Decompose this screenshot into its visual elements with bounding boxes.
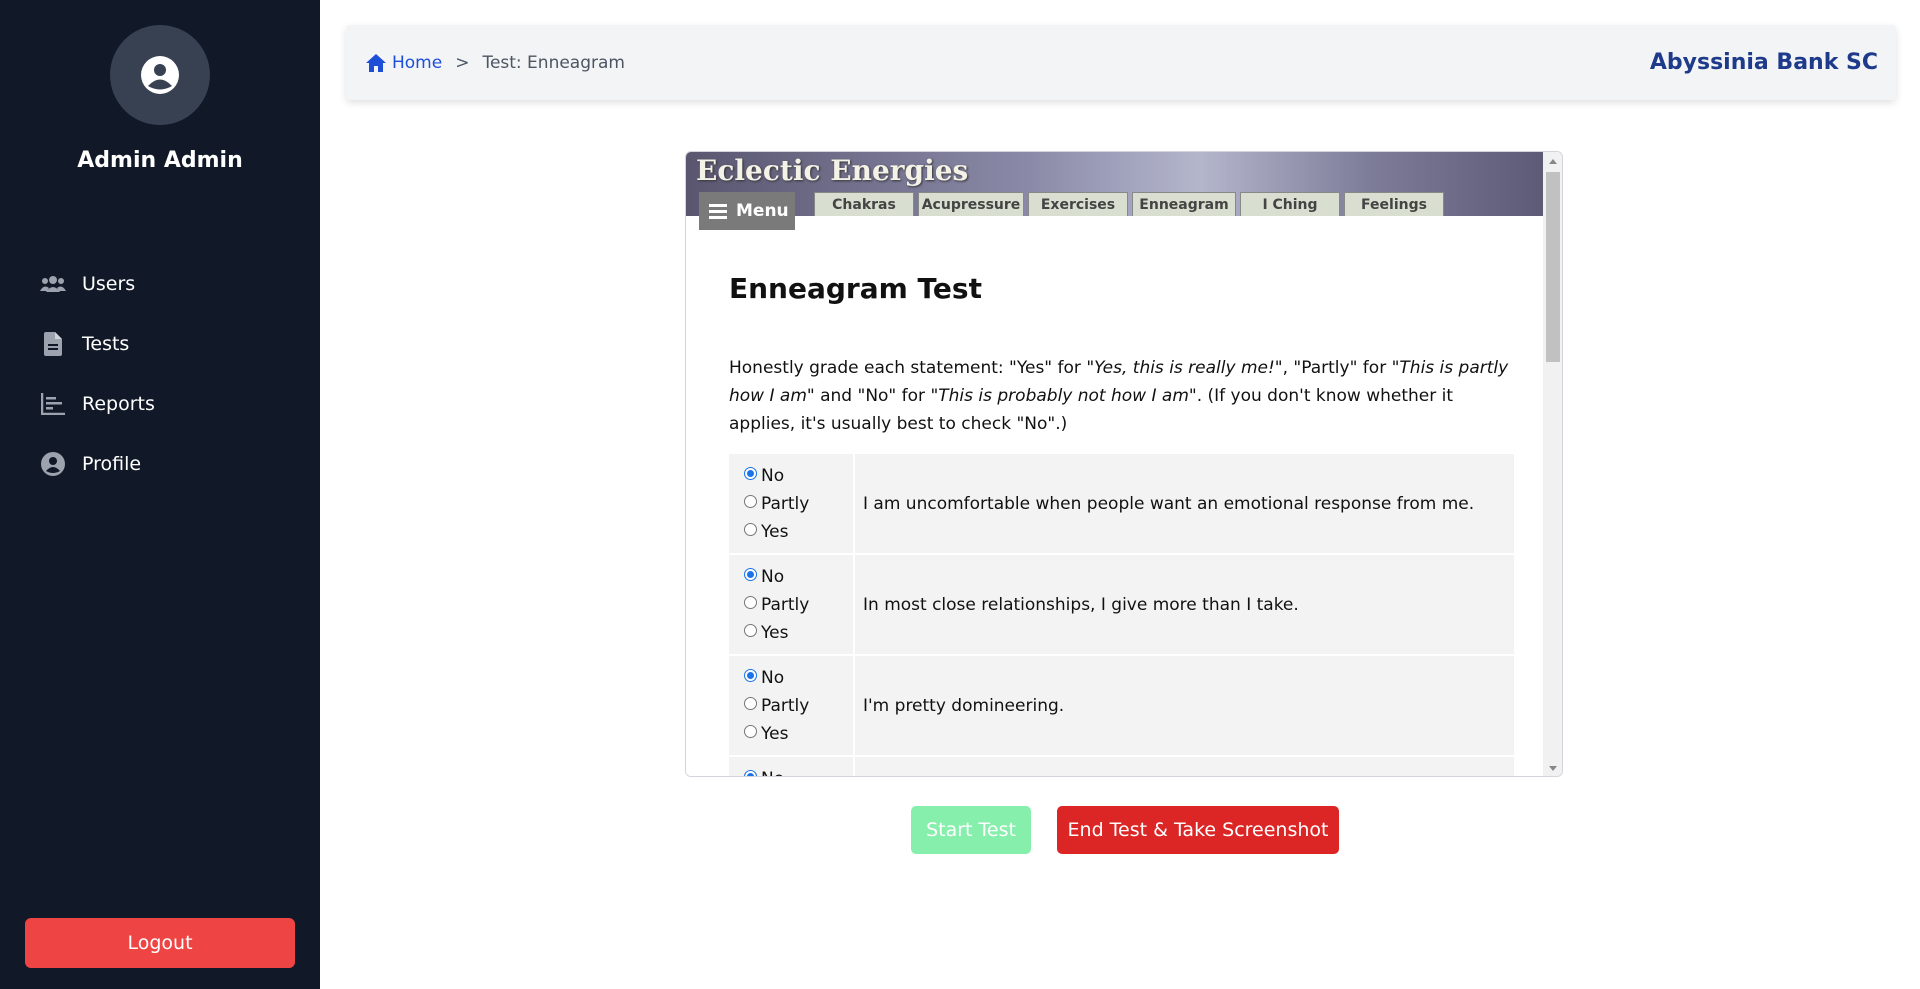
radio-no[interactable] <box>744 466 757 480</box>
question-text <box>855 757 1514 776</box>
option-no[interactable]: No <box>744 462 853 490</box>
ee-tab-exercises[interactable]: Exercises <box>1028 192 1128 216</box>
frame-scrollbar[interactable] <box>1543 152 1562 776</box>
breadcrumb-current: Test: Enneagram <box>482 52 625 73</box>
hamburger-icon <box>709 201 727 222</box>
option-label: Yes <box>761 522 789 542</box>
instruction-text: and "No" for <box>814 386 931 406</box>
radio-yes[interactable] <box>744 522 757 536</box>
sidebar-item-label: Profile <box>82 453 142 475</box>
users-icon <box>40 271 66 297</box>
scroll-thumb[interactable] <box>1546 172 1560 362</box>
option-partly[interactable]: Partly <box>744 692 853 720</box>
breadcrumb: Home > Test: Enneagram <box>366 25 625 100</box>
ee-site-title[interactable]: Eclectic Energies <box>696 154 968 187</box>
option-partly[interactable]: Partly <box>744 490 853 518</box>
scroll-down-icon[interactable] <box>1549 766 1557 771</box>
answer-options: No Partly Yes <box>729 555 855 654</box>
radio-partly[interactable] <box>744 696 757 710</box>
ee-body: Enneagram Test Honestly grade each state… <box>686 216 1543 776</box>
option-yes[interactable]: Yes <box>744 619 853 647</box>
ee-tab-feelings[interactable]: Feelings <box>1344 192 1444 216</box>
option-yes[interactable]: Yes <box>744 720 853 748</box>
sidebar-item-reports[interactable]: Reports <box>0 374 320 434</box>
start-test-button[interactable]: Start Test <box>911 806 1031 854</box>
user-name: Admin Admin <box>77 148 243 173</box>
radio-yes[interactable] <box>744 724 757 738</box>
question-row: No Partly Yes I am uncomfortable when pe… <box>729 454 1514 553</box>
question-row: No <box>729 757 1514 776</box>
chart-icon <box>40 391 66 417</box>
sidebar-item-users[interactable]: Users <box>0 254 320 314</box>
ee-tab-enneagram[interactable]: Enneagram <box>1132 192 1236 216</box>
option-label: Partly <box>761 494 810 514</box>
question-text: In most close relationships, I give more… <box>863 594 1299 615</box>
question-row: No Partly Yes I'm pretty domineering. <box>729 656 1514 755</box>
breadcrumb-separator: > <box>455 52 470 73</box>
option-yes[interactable]: Yes <box>744 518 853 546</box>
question-table: No Partly Yes I am uncomfortable when pe… <box>729 454 1514 776</box>
option-label: No <box>761 769 784 776</box>
sidebar-item-profile[interactable]: Profile <box>0 434 320 494</box>
page-title: Enneagram Test <box>729 272 982 305</box>
radio-partly[interactable] <box>744 595 757 609</box>
radio-no[interactable] <box>744 668 757 682</box>
radio-yes[interactable] <box>744 623 757 637</box>
option-label: Partly <box>761 696 810 716</box>
sidebar: Admin Admin Users Tests Reports Profile … <box>0 0 320 989</box>
ee-tab-chakras[interactable]: Chakras <box>814 192 914 216</box>
home-icon <box>366 53 386 72</box>
option-no[interactable]: No <box>744 765 853 776</box>
avatar <box>110 25 210 125</box>
instruction-no-meaning: "This is probably not how I am" <box>930 386 1197 406</box>
ee-menu-label: Menu <box>736 201 789 221</box>
answer-options: No Partly Yes <box>729 656 855 755</box>
option-label: Partly <box>761 595 810 615</box>
breadcrumb-home-link[interactable]: Home <box>366 53 442 73</box>
question-row: No Partly Yes In most close relationship… <box>729 555 1514 654</box>
ee-header: Eclectic Energies Chakras Acupressure Ex… <box>686 152 1543 217</box>
option-label: No <box>761 567 785 587</box>
logout-button[interactable]: Logout <box>25 918 295 968</box>
brand-name: Abyssinia Bank SC <box>1649 50 1878 75</box>
option-no[interactable]: No <box>744 563 853 591</box>
option-no[interactable]: No <box>744 664 853 692</box>
user-circle-icon <box>40 451 66 477</box>
sidebar-item-label: Reports <box>82 393 155 415</box>
radio-partly[interactable] <box>744 494 757 508</box>
option-label: Yes <box>761 724 789 744</box>
document-icon <box>40 331 66 357</box>
instruction-yes-meaning: "Yes, this is really me!" <box>1086 358 1283 378</box>
end-test-button[interactable]: End Test & Take Screenshot <box>1057 806 1339 854</box>
test-frame[interactable]: Eclectic Energies Chakras Acupressure Ex… <box>685 151 1563 777</box>
user-circle-icon <box>141 56 179 94</box>
question-text: I am uncomfortable when people want an e… <box>863 493 1475 514</box>
breadcrumb-home-label: Home <box>392 52 443 73</box>
instruction-text: , "Partly" for <box>1282 358 1392 378</box>
ee-tab-acupressure[interactable]: Acupressure <box>918 192 1024 216</box>
ee-tabs: Chakras Acupressure Exercises Enneagram … <box>814 192 1448 216</box>
radio-no[interactable] <box>744 769 757 776</box>
sidebar-item-tests[interactable]: Tests <box>0 314 320 374</box>
ee-menu-button[interactable]: Menu <box>699 192 795 230</box>
scroll-up-icon[interactable] <box>1549 159 1557 164</box>
top-bar: Home > Test: Enneagram Abyssinia Bank SC <box>346 25 1896 100</box>
sidebar-item-label: Tests <box>82 333 130 355</box>
instruction-text: Honestly grade each statement: "Yes" for <box>729 358 1087 378</box>
ee-tab-iching[interactable]: I Ching <box>1240 192 1340 216</box>
sidebar-item-label: Users <box>82 273 136 295</box>
option-label: Yes <box>761 623 789 643</box>
radio-no[interactable] <box>744 567 757 581</box>
option-partly[interactable]: Partly <box>744 591 853 619</box>
option-label: No <box>761 668 785 688</box>
question-text: I'm pretty domineering. <box>863 695 1065 716</box>
test-instructions: Honestly grade each statement: "Yes" for… <box>729 354 1514 438</box>
answer-options: No Partly Yes <box>729 454 855 553</box>
sidebar-nav: Users Tests Reports Profile <box>0 254 320 494</box>
option-label: No <box>761 466 785 486</box>
answer-options: No <box>729 757 855 776</box>
